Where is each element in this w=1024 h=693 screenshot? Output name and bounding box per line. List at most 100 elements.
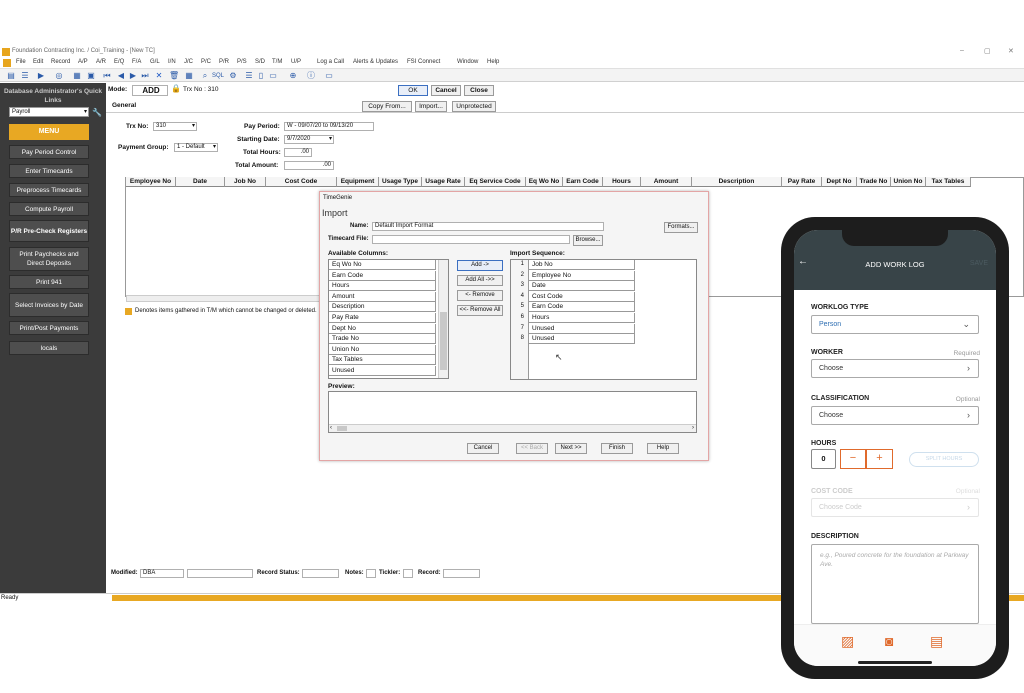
list-item[interactable]: Eq Wo No bbox=[329, 260, 436, 270]
grid-col-trade-no[interactable]: Trade No bbox=[857, 177, 891, 187]
gallery-icon[interactable]: ▨ bbox=[841, 633, 854, 650]
pin-icon[interactable]: ◎ bbox=[54, 71, 64, 81]
worklog-type-select[interactable]: Person ⌄ bbox=[811, 315, 979, 334]
menu-edit[interactable]: Edit bbox=[33, 59, 43, 65]
copy-from-button[interactable]: Copy From... bbox=[362, 101, 412, 112]
list-item[interactable]: Cost Code bbox=[529, 291, 635, 302]
trash-icon[interactable]: 🗑 bbox=[169, 71, 179, 81]
menu-ps[interactable]: P/S bbox=[237, 59, 247, 65]
cost-code-select[interactable]: Choose Code › bbox=[811, 498, 979, 517]
scrollbar-thumb[interactable] bbox=[440, 312, 447, 370]
play-icon[interactable]: ▶ bbox=[36, 71, 46, 81]
classification-select[interactable]: Choose › bbox=[811, 406, 979, 425]
menu-pr[interactable]: P/R bbox=[219, 59, 229, 65]
list-item[interactable]: Date bbox=[529, 281, 635, 292]
menu-file[interactable]: File bbox=[16, 59, 26, 65]
list-item[interactable]: Hours bbox=[529, 313, 635, 323]
sidebar-item-pay-period-control[interactable]: Pay Period Control bbox=[9, 145, 89, 159]
sidebar-item-enter-timecards[interactable]: Enter Timecards bbox=[9, 164, 89, 178]
notes-checkbox[interactable] bbox=[366, 569, 376, 578]
grid-col-job-no[interactable]: Job No bbox=[225, 177, 266, 187]
menu-gl[interactable]: G/L bbox=[150, 59, 160, 65]
find-icon[interactable]: ⌕ bbox=[200, 71, 210, 81]
grid-col-amount[interactable]: Amount bbox=[641, 177, 692, 187]
documents-icon[interactable]: ▤ bbox=[930, 633, 943, 650]
grid-col-cost-code[interactable]: Cost Code bbox=[266, 177, 337, 187]
menu-window[interactable]: Window bbox=[457, 59, 478, 65]
next-record-icon[interactable]: ▶ bbox=[128, 71, 138, 81]
description-textarea[interactable]: e.g., Poured concrete for the foundation… bbox=[811, 544, 979, 624]
next-button[interactable]: Next >> bbox=[555, 443, 587, 454]
sidebar-item-compute-payroll[interactable]: Compute Payroll bbox=[9, 202, 89, 216]
grid-col-union-no[interactable]: Union No bbox=[891, 177, 926, 187]
remove-all-button[interactable]: <<- Remove All bbox=[457, 305, 503, 316]
book-icon[interactable]: ▤ bbox=[6, 71, 16, 81]
format-name-input[interactable]: Default Import Format bbox=[372, 222, 604, 231]
grid-col-dept-no[interactable]: Dept No bbox=[822, 177, 857, 187]
first-record-icon[interactable]: ⏮ bbox=[102, 71, 112, 81]
menu-record[interactable]: Record bbox=[51, 59, 70, 65]
grid-col-usage-type[interactable]: Usage Type bbox=[379, 177, 422, 187]
save-icon[interactable]: ▣ bbox=[86, 71, 96, 81]
list-item[interactable]: Earn Code bbox=[529, 302, 635, 313]
minimize-button[interactable]: – bbox=[960, 47, 964, 54]
menu-fa[interactable]: F/A bbox=[132, 59, 141, 65]
menu-sd[interactable]: S/D bbox=[255, 59, 265, 65]
sidebar-item-pre-check-registers[interactable]: P/R Pre-Check Registers bbox=[9, 220, 89, 242]
scroll-right-icon[interactable]: › bbox=[692, 425, 694, 431]
sidebar-item-preprocess-timecards[interactable]: Preprocess Timecards bbox=[9, 183, 89, 197]
add-all-button[interactable]: Add All ->> bbox=[457, 275, 503, 286]
scroll-left-icon[interactable]: ‹ bbox=[330, 425, 332, 431]
menu-log-a-call[interactable]: Log a Call bbox=[317, 59, 344, 65]
pay-period-field[interactable]: W - 09/07/20 to 09/13/20 bbox=[284, 122, 374, 131]
list-item[interactable]: Earn Code bbox=[329, 270, 436, 281]
dialog-cancel-button[interactable]: Cancel bbox=[467, 443, 499, 454]
hours-increment-button[interactable]: + bbox=[866, 449, 893, 469]
cancel-button[interactable]: Cancel bbox=[431, 85, 461, 96]
sidebar-item-select-invoices[interactable]: Select Invoices by Date bbox=[9, 293, 89, 317]
worker-select[interactable]: Choose › bbox=[811, 359, 979, 378]
menu-ar[interactable]: A/R bbox=[96, 59, 106, 65]
grid-icon[interactable]: ▦ bbox=[184, 71, 194, 81]
remove-button[interactable]: <- Remove bbox=[457, 290, 503, 301]
add-button[interactable]: Add -> bbox=[457, 260, 503, 271]
hours-decrement-button[interactable]: − bbox=[840, 449, 866, 469]
list-item[interactable]: Dept No bbox=[329, 323, 436, 334]
grid-col-eq-wo-no[interactable]: Eq Wo No bbox=[526, 177, 563, 187]
hours-input[interactable]: 0 bbox=[811, 449, 836, 469]
list-icon[interactable]: ☰ bbox=[20, 71, 30, 81]
list-item[interactable]: Unused bbox=[529, 323, 635, 334]
grid-col-usage-rate[interactable]: Usage Rate bbox=[422, 177, 465, 187]
list-item[interactable]: Trade No bbox=[329, 334, 436, 345]
list-item[interactable]: Unused bbox=[329, 366, 436, 376]
sql-icon[interactable]: SQL bbox=[212, 71, 224, 81]
timecard-file-input[interactable] bbox=[372, 235, 570, 244]
tab-general[interactable]: General bbox=[112, 102, 136, 109]
close-button[interactable]: Close bbox=[464, 85, 494, 96]
save-link[interactable]: SAVE bbox=[970, 260, 988, 267]
preview-scrollbar[interactable]: ‹ › bbox=[329, 424, 696, 432]
list-view-icon[interactable]: ☰ bbox=[244, 71, 254, 81]
finish-button[interactable]: Finish bbox=[601, 443, 633, 454]
menu-eq[interactable]: E/Q bbox=[114, 59, 124, 65]
prev-record-icon[interactable]: ◀ bbox=[116, 71, 126, 81]
trx-no-field[interactable]: 310 ▾ bbox=[153, 122, 197, 131]
grid-col-equipment[interactable]: Equipment bbox=[337, 177, 379, 187]
menu-help[interactable]: Help bbox=[487, 59, 499, 65]
app-menu-icon[interactable] bbox=[3, 59, 11, 67]
maximize-button[interactable]: ▢ bbox=[984, 47, 991, 55]
menu-jc[interactable]: J/C bbox=[184, 59, 193, 65]
back-button[interactable]: << Back bbox=[516, 443, 548, 454]
table-icon[interactable]: ▦ bbox=[72, 71, 82, 81]
menu-tm[interactable]: T/M bbox=[272, 59, 282, 65]
scrollbar-thumb[interactable] bbox=[337, 426, 347, 431]
document-icon[interactable]: ▯ bbox=[256, 71, 266, 81]
help-button[interactable]: Help bbox=[647, 443, 679, 454]
list-item[interactable]: Tax Tables bbox=[329, 355, 436, 366]
available-scrollbar[interactable] bbox=[438, 260, 448, 378]
grid-col-description[interactable]: Description bbox=[692, 177, 782, 187]
menu-ap[interactable]: A/P bbox=[78, 59, 88, 65]
sidebar-item-print-paychecks[interactable]: Print Paychecks and Direct Deposits bbox=[9, 247, 89, 271]
payment-group-field[interactable]: 1 - Default ▾ bbox=[174, 143, 218, 152]
list-item[interactable]: Amount bbox=[329, 291, 436, 302]
